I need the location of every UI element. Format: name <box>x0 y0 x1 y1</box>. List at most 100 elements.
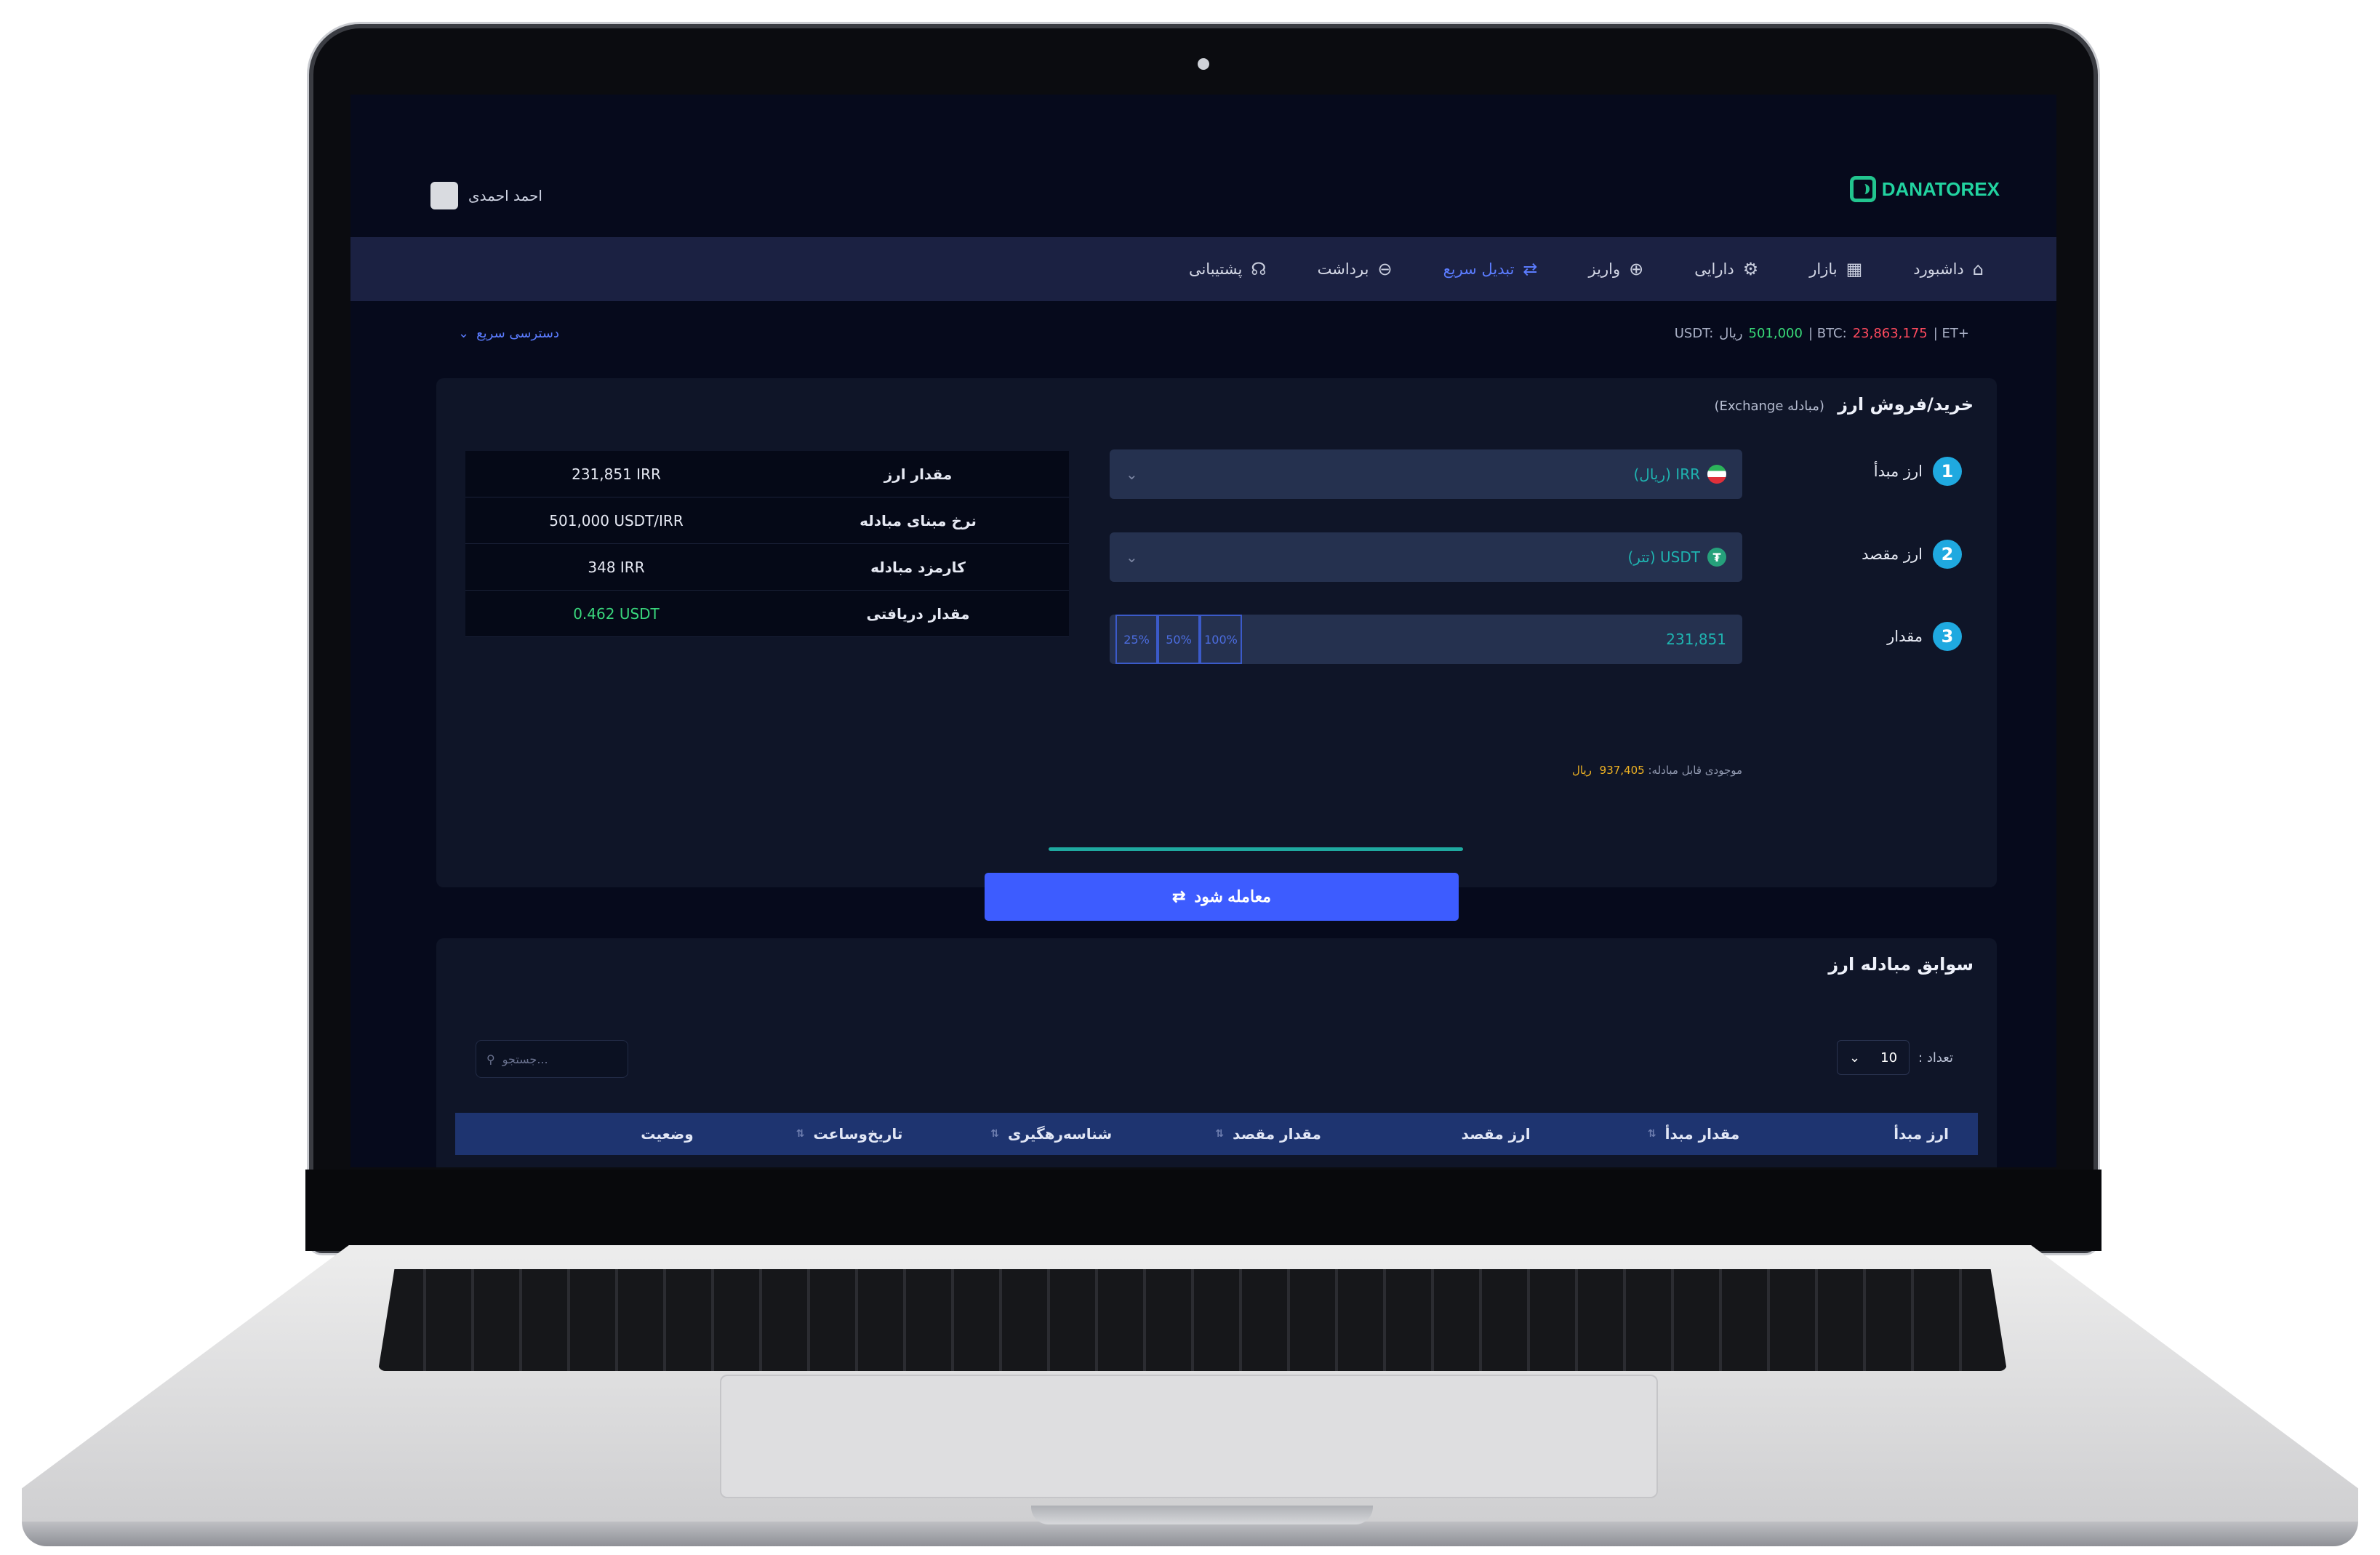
nav-item-market[interactable]: ▦ بازار <box>1809 259 1862 279</box>
ticker-btc-label: | BTC: <box>1808 326 1847 341</box>
summary-label: کارمزد مبادله <box>870 558 966 576</box>
percent-25-button[interactable]: 25% <box>1115 615 1158 664</box>
step-label: مقدار <box>1887 628 1923 645</box>
laptop-front-edge <box>22 1522 2358 1546</box>
swap-icon: ⇄ <box>1171 887 1186 906</box>
main-nav: ⌂ داشبورد ▦ بازار ⚙ دارایی ⊕ واریز ⇄ تبد… <box>350 237 2056 301</box>
price-ticker: USDT: ریال 501,000 | BTC: 23,863,175 | E… <box>1675 326 1969 341</box>
trade-button[interactable]: معامله شود ⇄ <box>985 873 1459 921</box>
market-icon: ▦ <box>1846 259 1863 279</box>
target-currency-select[interactable]: ₮ USDT (تتر) ⌄ <box>1110 532 1742 582</box>
user-name: احمد احمدی <box>468 187 542 204</box>
progress-bar <box>1049 847 1463 851</box>
ticker-usdt-unit: ریال <box>1719 326 1743 341</box>
history-table-header: ارز مبدأ مقدار مبدأ ⇅ ارز مقصد مقدار مقص… <box>455 1113 1978 1155</box>
quick-access-dropdown[interactable]: دسترسی سریع ⌄ <box>458 326 559 341</box>
page-size-value: 10 <box>1880 1050 1898 1066</box>
column-label: ارز مقصد <box>1461 1125 1531 1143</box>
column-target-currency[interactable]: ارز مقصد <box>1321 1125 1531 1143</box>
nav-label: بازار <box>1809 260 1838 278</box>
column-target-amount[interactable]: مقدار مقصد ⇅ <box>1112 1125 1321 1143</box>
column-datetime[interactable]: تاریخ‌وساعت ⇅ <box>694 1125 903 1143</box>
target-currency-text: USDT (تتر) <box>1627 548 1700 566</box>
app-screen: DANATOREX احمد احمدی ⌂ داشبورد ▦ بازار ⚙… <box>350 95 2056 1167</box>
summary-row: کارمزد مبادله 348 IRR <box>465 544 1069 591</box>
target-currency-value: ₮ USDT (تتر) <box>1627 548 1726 567</box>
nav-label: دارایی <box>1694 260 1734 278</box>
history-controls: تعداد : ⌄ 10 ⚲ جستجو... <box>436 1040 1997 1081</box>
screen-bezel <box>305 1170 2101 1251</box>
trackpad <box>720 1375 1658 1498</box>
page-size-select[interactable]: ⌄ 10 <box>1837 1040 1910 1075</box>
source-currency-select[interactable]: IRR (ریال) ⌄ <box>1110 449 1742 499</box>
nav-item-support[interactable]: ☊ پشتیبانی <box>1189 259 1267 279</box>
step-number: 1 <box>1933 457 1962 486</box>
history-title: سوابق مبادله ارز <box>1828 954 1974 975</box>
summary-value: 231,851 IRR <box>572 465 661 483</box>
ticker-usdt-value: 501,000 <box>1748 326 1803 341</box>
column-label: ارز مبدأ <box>1894 1125 1949 1143</box>
home-icon: ⌂ <box>1972 259 1984 279</box>
tether-icon: ₮ <box>1707 548 1726 567</box>
percent-50-button[interactable]: 50% <box>1158 615 1200 664</box>
page-size-label: تعداد : <box>1918 1050 1953 1066</box>
chevron-down-icon: ⌄ <box>458 326 470 341</box>
step-amount: 3 مقدار <box>1887 622 1962 651</box>
wallet-icon: ⚙ <box>1742 259 1759 279</box>
column-label: مقدار مقصد <box>1233 1125 1321 1143</box>
nav-label: واریز <box>1588 260 1621 278</box>
step-number: 2 <box>1933 540 1962 569</box>
search-box[interactable]: ⚲ جستجو... <box>476 1040 628 1078</box>
step-target: 2 ارز مقصد <box>1862 540 1962 569</box>
step-source: 1 ارز مبدأ <box>1874 457 1962 486</box>
deposit-icon: ⊕ <box>1629 259 1644 279</box>
nav-item-dashboard[interactable]: ⌂ داشبورد <box>1913 259 1984 279</box>
summary-label: مقدار ارز <box>884 465 953 483</box>
amount-value: 231,851 <box>1666 631 1726 648</box>
chevron-down-icon: ⌄ <box>1849 1050 1861 1066</box>
exchange-title-text: خرید/فروش ارز <box>1838 394 1974 415</box>
withdraw-icon: ⊖ <box>1377 259 1393 279</box>
ticker-usdt-label: USDT: <box>1674 326 1714 341</box>
exchange-summary-table: مقدار ارز 231,851 IRR نرخ مبنای مبادله 5… <box>465 451 1069 637</box>
column-label: مقدار مبدأ <box>1664 1125 1740 1143</box>
summary-value: 501,000 USDT/IRR <box>549 511 684 529</box>
column-status[interactable]: وضعیت <box>484 1125 694 1143</box>
column-source-amount[interactable]: مقدار مبدأ ⇅ <box>1531 1125 1740 1143</box>
percent-100-button[interactable]: 100% <box>1200 615 1242 664</box>
percent-buttons: 25% 50% 100% <box>1115 615 1242 664</box>
available-balance: موجودی قابل مبادله: 937,405 ریال <box>1568 764 1742 777</box>
brand-logo[interactable]: DANATOREX <box>1849 176 2000 202</box>
user-menu[interactable]: احمد احمدی <box>430 182 542 209</box>
avatar <box>430 182 458 209</box>
column-label: وضعیت <box>641 1125 694 1143</box>
nav-label: پشتیبانی <box>1188 260 1243 278</box>
lid-notch <box>1031 1506 1373 1524</box>
nav-item-assets[interactable]: ⚙ دارایی <box>1694 259 1758 279</box>
balance-label: موجودی قابل مبادله: <box>1648 764 1742 777</box>
source-currency-value: IRR (ریال) <box>1633 465 1726 484</box>
exchange-card: خرید/فروش ارز (مبادله Exchange) 1 ارز مب… <box>436 378 1997 921</box>
sort-icon: ⇅ <box>796 1128 805 1140</box>
iran-flag-icon <box>1707 465 1726 484</box>
summary-value: 348 IRR <box>588 558 645 576</box>
summary-row: نرخ مبنای مبادله 501,000 USDT/IRR <box>465 497 1069 544</box>
webcam <box>1198 58 1209 70</box>
nav-item-withdraw[interactable]: ⊖ برداشت <box>1318 259 1393 279</box>
brand-name: DANATOREX <box>1881 177 2000 200</box>
balance-value: 937,405 <box>1599 764 1645 777</box>
search-icon: ⚲ <box>486 1052 495 1066</box>
column-source-currency[interactable]: ارز مبدأ <box>1739 1125 1949 1143</box>
nav-item-deposit[interactable]: ⊕ واریز <box>1589 259 1644 279</box>
column-tracking-id[interactable]: شناسه‌رهگیری ⇅ <box>902 1125 1112 1143</box>
sort-icon: ⇅ <box>1215 1128 1225 1140</box>
headset-icon: ☊ <box>1251 259 1267 279</box>
logo-icon <box>1849 176 1876 202</box>
nav-item-quick-swap[interactable]: ⇄ تبدیل سریع <box>1443 259 1538 279</box>
top-bar: DANATOREX احمد احمدی <box>350 160 2056 218</box>
amount-input[interactable]: 231,851 25% 50% 100% <box>1110 615 1742 664</box>
exchange-subtitle: (مبادله Exchange) <box>1714 399 1824 414</box>
summary-value: 0.462 USDT <box>573 604 660 623</box>
chevron-down-icon: ⌄ <box>1126 548 1138 566</box>
ticker-eth-label: | ET+ <box>1933 326 1969 341</box>
